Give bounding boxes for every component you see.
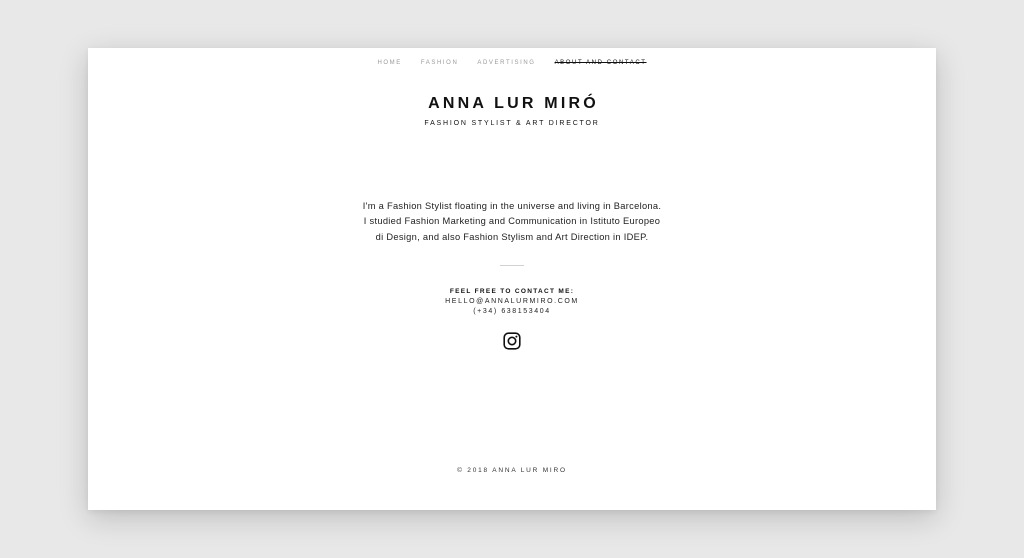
divider (500, 265, 524, 266)
nav-item-about-and-contact[interactable]: ABOUT AND CONTACT (555, 59, 647, 67)
site-tagline: FASHION STYLIST & ART DIRECTOR (424, 120, 600, 127)
site-title[interactable]: ANNA LUR MIRÓ (91, 95, 936, 113)
bio-line: I studied Fashion Marketing and Communic… (363, 216, 661, 227)
footer-copyright: © 2018 ANNA LUR MIRO (457, 467, 567, 474)
nav-item-fashion[interactable]: FASHION (421, 59, 459, 67)
page-card: HOME FASHION ADVERTISING ABOUT AND CONTA… (88, 48, 936, 510)
bio-text: I'm a Fashion Stylist floating in the un… (88, 199, 936, 245)
main-nav: HOME FASHION ADVERTISING ABOUT AND CONTA… (88, 59, 936, 67)
contact-email-link[interactable]: HELLO@ANNALURMIRO.COM (88, 297, 936, 307)
instagram-icon[interactable] (503, 332, 521, 350)
site-header: ANNA LUR MIRÓ FASHION STYLIST & ART DIRE… (88, 95, 936, 128)
contact-phone[interactable]: (+34) 638153404 (88, 307, 936, 317)
contact-block: FEEL FREE TO CONTACT ME: HELLO@ANNALURMI… (88, 287, 936, 317)
contact-heading: FEEL FREE TO CONTACT ME: (449, 288, 575, 295)
bio-line: I'm a Fashion Stylist floating in the un… (362, 201, 662, 211)
nav-item-advertising[interactable]: ADVERTISING (477, 59, 535, 67)
nav-item-home[interactable]: HOME (377, 59, 401, 67)
bio-line: di Design, and also Fashion Stylism and … (375, 231, 649, 242)
